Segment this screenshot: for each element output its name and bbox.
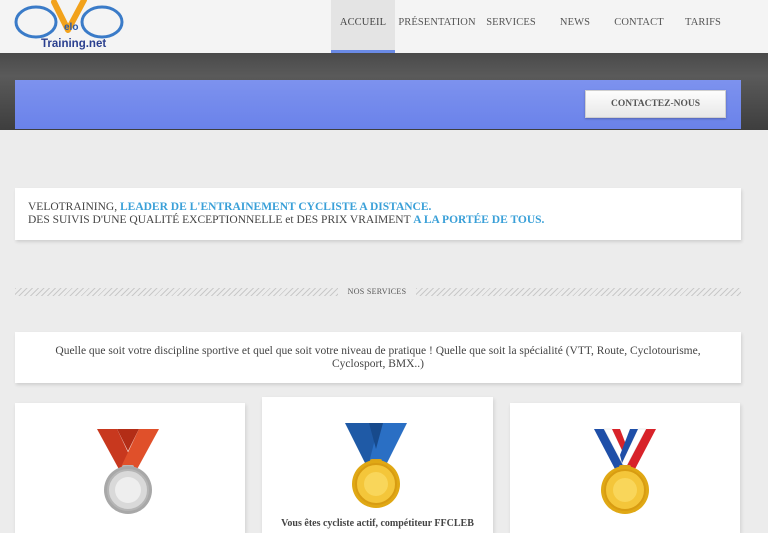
service-card-1[interactable]	[15, 403, 245, 533]
silver-medal-icon	[95, 427, 161, 522]
nav-item-services[interactable]: SERVICES	[479, 0, 543, 53]
logo-text: Training.net	[41, 38, 106, 50]
site-header: elo Training.net ACCUEIL PRÉSENTATION SE…	[0, 0, 768, 53]
gold-medal-blue-ribbon-icon	[343, 421, 409, 516]
nav-item-accueil[interactable]: ACCUEIL	[331, 0, 395, 53]
nav-item-presentation[interactable]: PRÉSENTATION	[395, 0, 479, 53]
service-card-2-text: Vous êtes cycliste actif, compétiteur FF…	[281, 518, 474, 529]
services-description: Quelle que soit votre discipline sportiv…	[15, 332, 741, 383]
main-nav: ACCUEIL PRÉSENTATION SERVICES NEWS CONTA…	[331, 0, 735, 53]
service-card-2[interactable]: Vous êtes cycliste actif, compétiteur FF…	[262, 397, 493, 533]
intro-line-1: VELOTRAINING, LEADER DE L'ENTRAINEMENT C…	[28, 201, 728, 214]
services-section-title: NOS SERVICES	[347, 287, 407, 296]
intro-box: VELOTRAINING, LEADER DE L'ENTRAINEMENT C…	[15, 188, 741, 240]
nav-item-tarifs[interactable]: TARIFS	[671, 0, 735, 53]
section-divider-left	[15, 288, 338, 296]
intro-line-2-highlight: A LA PORTÉE DE TOUS.	[413, 214, 545, 226]
intro-line-1-highlight: LEADER DE L'ENTRAINEMENT CYCLISTE A DIST…	[119, 201, 432, 213]
intro-line-2: DES SUIVIS D'UNE QUALITÉ EXCEPTIONNELLE …	[28, 214, 728, 227]
intro-line-1-text: VELOTRAINING,	[28, 201, 120, 213]
section-divider-right	[416, 288, 741, 296]
service-card-3[interactable]	[510, 403, 740, 533]
nav-item-contact[interactable]: CONTACT	[607, 0, 671, 53]
logo-small-text: elo	[64, 22, 78, 33]
contact-us-button[interactable]: CONTACTEZ-NOUS	[585, 90, 726, 118]
nav-item-news[interactable]: NEWS	[543, 0, 607, 53]
intro-line-2-text: DES SUIVIS D'UNE QUALITÉ EXCEPTIONNELLE …	[28, 214, 414, 226]
gold-medal-tricolor-ribbon-icon	[592, 427, 658, 522]
velotraining-logo[interactable]: elo Training.net	[14, 0, 126, 52]
